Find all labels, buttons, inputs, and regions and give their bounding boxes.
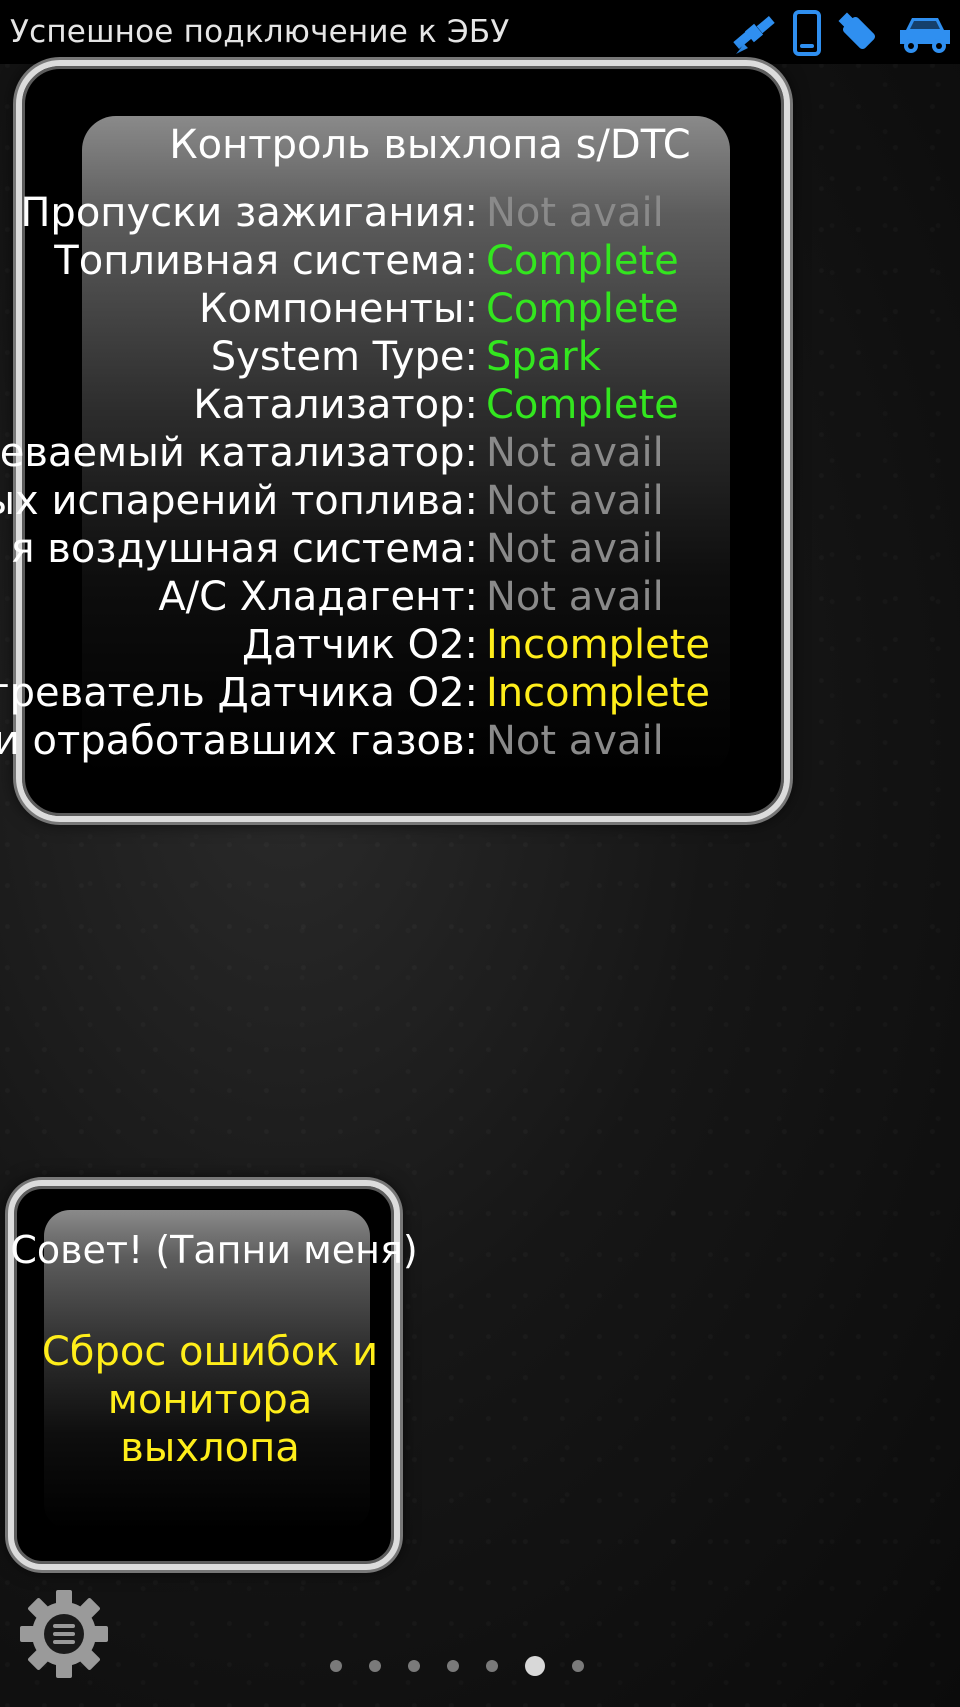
monitor-value: Not avail: [486, 574, 664, 620]
monitor-value: Spark: [486, 334, 601, 380]
monitor-label: еваемый катализатор:: [0, 430, 478, 476]
monitor-row: еваемый катализатор: Not avail: [0, 430, 806, 478]
monitor-row: и отработавших газов: Not avail: [0, 718, 806, 766]
car-icon: [900, 18, 950, 53]
monitor-row: System Type: Spark: [6, 334, 806, 382]
monitor-label: Катализатор:: [193, 382, 478, 428]
monitor-label: и отработавших газов:: [0, 718, 478, 764]
page-dot[interactable]: [572, 1660, 584, 1672]
monitor-value: Not avail: [486, 430, 664, 476]
page-dot[interactable]: [525, 1656, 545, 1676]
monitor-label: Топливная система:: [54, 238, 478, 284]
monitor-row: я воздушная система: Not avail: [6, 526, 806, 574]
monitor-value: Not avail: [486, 190, 664, 236]
monitor-row: Датчик O2: Incomplete: [6, 622, 806, 670]
monitor-rows: Пропуски зажигания: Not avail Топливная си…: [0, 190, 806, 766]
tip-title: Совет! (Тапни меня): [10, 1228, 418, 1272]
monitor-label: греватель Датчика O2:: [0, 670, 478, 716]
page-indicator[interactable]: [330, 1656, 584, 1676]
page-dot[interactable]: [486, 1660, 498, 1672]
status-icons: [730, 10, 954, 56]
connection-status-text: Успешное подключение к ЭБУ: [10, 14, 510, 50]
monitor-value: Complete: [486, 382, 679, 428]
panel-title: Контроль выхлопа s/DTC: [169, 122, 691, 168]
monitor-value: Not avail: [486, 478, 664, 524]
monitor-label: ых испарений топлива:: [0, 478, 478, 524]
tip-body: Сброс ошибок и монитора выхлопа: [41, 1329, 379, 1471]
monitor-value: Complete: [486, 286, 679, 332]
monitor-row: греватель Датчика O2: Incomplete: [0, 670, 806, 718]
monitor-value: Not avail: [486, 718, 664, 764]
tip-panel[interactable]: Совет! (Тапни меня) Сброс ошибок и монит…: [8, 1180, 418, 1570]
satellite-icon: [733, 16, 775, 54]
monitor-value: Complete: [486, 238, 679, 284]
monitor-label: A/C Хладагент:: [158, 574, 478, 620]
monitor-row: A/C Хладагент: Not avail: [6, 574, 806, 622]
monitor-label: я воздушная система:: [10, 526, 478, 572]
monitor-row: Компоненты: Complete: [6, 286, 806, 334]
settings-gear-icon[interactable]: [18, 1588, 110, 1680]
page-dot[interactable]: [369, 1660, 381, 1672]
monitor-label: Датчик O2:: [242, 622, 478, 668]
monitor-label: Компоненты:: [199, 286, 478, 332]
monitor-value: Incomplete: [486, 670, 710, 716]
page-dot[interactable]: [330, 1660, 342, 1672]
page-dot[interactable]: [447, 1660, 459, 1672]
monitor-label: Пропуски зажигания:: [20, 190, 478, 236]
monitor-row: ых испарений топлива: Not avail: [0, 478, 806, 526]
exhaust-monitor-panel[interactable]: Контроль выхлопа s/DTC Пропуски зажигани…: [0, 60, 790, 822]
monitor-value: Incomplete: [486, 622, 710, 668]
monitor-row: Катализатор: Complete: [6, 382, 806, 430]
phone-icon: [793, 10, 821, 56]
monitor-value: Not avail: [486, 526, 664, 572]
usb-stick-icon: [838, 12, 876, 50]
status-bar: Успешное подключение к ЭБУ: [0, 0, 960, 64]
monitor-row: Пропуски зажигания: Not avail: [6, 190, 806, 238]
monitor-row: Топливная система: Complete: [6, 238, 806, 286]
monitor-label: System Type:: [210, 334, 478, 380]
page-dot[interactable]: [408, 1660, 420, 1672]
